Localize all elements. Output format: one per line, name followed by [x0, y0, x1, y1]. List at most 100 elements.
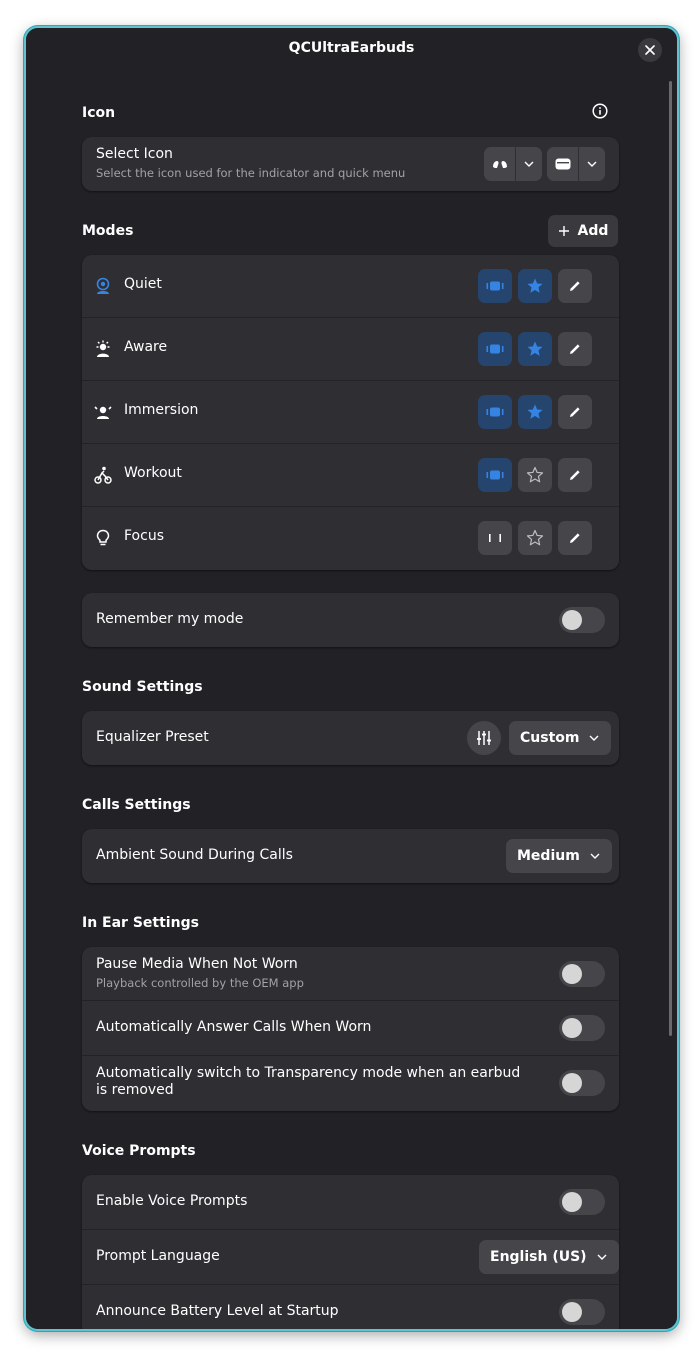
sound-settings-card: Equalizer Preset Custom: [82, 711, 619, 765]
mode-label: Aware: [124, 339, 168, 355]
auto-answer-label: Automatically Answer Calls When Worn: [96, 1019, 372, 1035]
prompt-language-label: Prompt Language: [96, 1248, 220, 1264]
pencil-icon: [570, 344, 580, 354]
star-filled-icon: [527, 278, 543, 293]
announce-battery-label: Announce Battery Level at Startup: [96, 1303, 339, 1319]
mode-row-workout[interactable]: Workout: [82, 444, 619, 507]
chevron-down-icon: [587, 161, 597, 167]
modes-section-title: Modes: [82, 223, 134, 239]
icon-card: Select Icon Select the icon used for the…: [82, 137, 619, 191]
pause-media-subtitle: Playback controlled by the OEM app: [96, 976, 304, 990]
switch-knob: [562, 1018, 582, 1038]
calls-settings-card: Ambient Sound During Calls Medium: [82, 829, 619, 883]
announce-battery-row[interactable]: Announce Battery Level at Startup: [82, 1285, 619, 1329]
remember-mode-card: Remember my mode: [82, 593, 619, 647]
case-icon-dropdown[interactable]: [547, 147, 605, 181]
switch-knob: [562, 964, 582, 984]
mode-label: Quiet: [124, 276, 162, 292]
favorite-button[interactable]: [518, 332, 552, 366]
edit-mode-button[interactable]: [558, 395, 592, 429]
equalizer-label: Equalizer Preset: [96, 729, 209, 745]
remember-mode-switch[interactable]: [559, 607, 605, 633]
pause-media-row[interactable]: Pause Media When Not Worn Playback contr…: [82, 947, 619, 1001]
mode-cycle-icon: [486, 281, 504, 291]
mode-toggle-button[interactable]: [478, 332, 512, 366]
earbuds-icon: [492, 161, 507, 168]
voice-prompts-card: Enable Voice Prompts Prompt Language Eng…: [82, 1175, 619, 1329]
ambient-sound-label: Ambient Sound During Calls: [96, 847, 293, 863]
pause-media-switch[interactable]: [559, 961, 605, 987]
mode-cycle-icon: [486, 470, 504, 480]
prompt-language-dropdown[interactable]: English (US): [479, 1240, 619, 1274]
announce-battery-switch[interactable]: [559, 1299, 605, 1325]
mode-row-quiet[interactable]: Quiet: [82, 255, 619, 318]
favorite-button[interactable]: [518, 395, 552, 429]
pencil-icon: [570, 470, 580, 480]
star-outline-icon: [526, 529, 544, 546]
equalizer-settings-button[interactable]: [467, 721, 501, 755]
mode-label: Workout: [124, 465, 182, 481]
remember-mode-row[interactable]: Remember my mode: [82, 593, 619, 647]
app-window: QCUltraEarbuds Icon Select Icon Select t…: [24, 26, 679, 1331]
enable-voice-prompts-row[interactable]: Enable Voice Prompts: [82, 1175, 619, 1230]
mode-toggle-button[interactable]: [478, 395, 512, 429]
plus-icon: [558, 226, 569, 236]
favorite-button[interactable]: [518, 521, 552, 555]
mode-cycle-off-icon: [489, 534, 501, 542]
icon-section-title: Icon: [82, 105, 116, 121]
favorite-button[interactable]: [518, 458, 552, 492]
equalizer-icon: [477, 731, 491, 745]
chevron-down-icon: [597, 1254, 607, 1260]
mode-label: Focus: [124, 528, 164, 544]
info-icon[interactable]: [592, 103, 608, 123]
pencil-icon: [570, 281, 580, 291]
edit-mode-button[interactable]: [558, 269, 592, 303]
enable-voice-prompts-label: Enable Voice Prompts: [96, 1193, 248, 1209]
earbuds-icon-dropdown[interactable]: [484, 147, 542, 181]
auto-answer-row[interactable]: Automatically Answer Calls When Worn: [82, 1001, 619, 1056]
calls-settings-title: Calls Settings: [82, 797, 191, 813]
edit-mode-button[interactable]: [558, 332, 592, 366]
chevron-down-icon: [590, 853, 600, 859]
auto-transparency-row[interactable]: Automatically switch to Transparency mod…: [82, 1056, 619, 1111]
select-icon-subtitle: Select the icon used for the indicator a…: [96, 166, 406, 180]
quiet-mode-icon: [96, 277, 110, 294]
mode-row-immersion[interactable]: Immersion: [82, 381, 619, 444]
add-mode-button[interactable]: Add: [548, 215, 618, 247]
focus-mode-icon: [96, 529, 110, 546]
modes-card: Quiet Aware Immersion Workout Focus: [82, 255, 619, 570]
mode-row-aware[interactable]: Aware: [82, 318, 619, 381]
prompt-language-value: English (US): [490, 1249, 587, 1265]
auto-transparency-switch[interactable]: [559, 1070, 605, 1096]
enable-voice-prompts-switch[interactable]: [559, 1189, 605, 1215]
switch-knob: [562, 1073, 582, 1093]
mode-row-focus[interactable]: Focus: [82, 507, 619, 570]
close-button[interactable]: [638, 38, 662, 62]
star-outline-icon: [526, 466, 544, 483]
mode-cycle-icon: [486, 344, 504, 354]
equalizer-preset-dropdown[interactable]: Custom: [509, 721, 612, 755]
add-mode-label: Add: [577, 223, 609, 239]
voice-prompts-title: Voice Prompts: [82, 1143, 196, 1159]
close-icon: [645, 45, 655, 55]
ambient-sound-dropdown[interactable]: Medium: [506, 839, 612, 873]
remember-mode-label: Remember my mode: [96, 611, 244, 627]
scrollbar[interactable]: [669, 81, 672, 1036]
mode-cycle-icon: [486, 407, 504, 417]
workout-mode-icon: [94, 466, 112, 484]
mode-toggle-button[interactable]: [478, 521, 512, 555]
in-ear-settings-card: Pause Media When Not Worn Playback contr…: [82, 947, 619, 1111]
auto-transparency-label: Automatically switch to Transparency mod…: [96, 1065, 521, 1098]
ambient-sound-row: Ambient Sound During Calls Medium: [82, 829, 619, 883]
mode-toggle-button[interactable]: [478, 458, 512, 492]
ambient-sound-value: Medium: [517, 848, 580, 864]
favorite-button[interactable]: [518, 269, 552, 303]
mode-label: Immersion: [124, 402, 199, 418]
switch-knob: [562, 1192, 582, 1212]
pencil-icon: [570, 533, 580, 543]
auto-answer-switch[interactable]: [559, 1015, 605, 1041]
mode-toggle-button[interactable]: [478, 269, 512, 303]
edit-mode-button[interactable]: [558, 458, 592, 492]
edit-mode-button[interactable]: [558, 521, 592, 555]
equalizer-preset-value: Custom: [520, 730, 580, 746]
